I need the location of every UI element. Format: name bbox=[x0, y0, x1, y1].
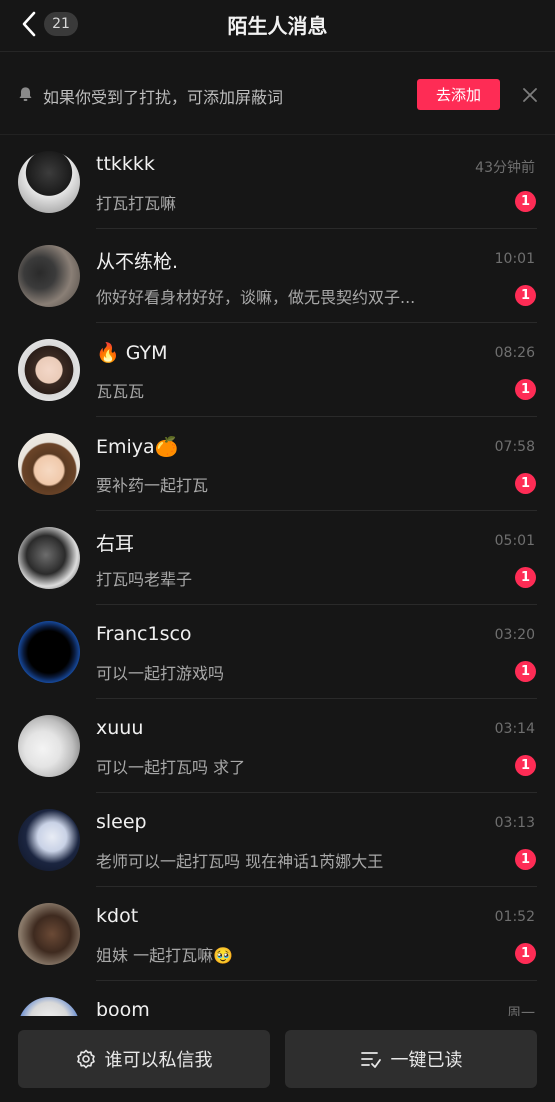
unread-badge: 1 bbox=[515, 755, 536, 776]
add-block-words-button[interactable]: 去添加 bbox=[417, 79, 500, 110]
avatar bbox=[18, 151, 80, 213]
message-row-ttkkkk[interactable]: ttkkkk 打瓦打瓦嘛 43分钟前 1 bbox=[0, 135, 555, 229]
avatar bbox=[18, 715, 80, 777]
unread-badge: 1 bbox=[515, 567, 536, 588]
message-time: 07:58 bbox=[494, 439, 535, 455]
avatar bbox=[18, 433, 80, 495]
message-row-xuuu[interactable]: xuuu 可以一起打瓦吗 求了 03:14 1 bbox=[0, 699, 555, 793]
avatar bbox=[18, 903, 80, 965]
unread-badge: 1 bbox=[515, 661, 536, 682]
unread-badge: 1 bbox=[515, 379, 536, 400]
who-can-message-me-label: 谁可以私信我 bbox=[104, 1050, 213, 1071]
message-row-kdot[interactable]: kdot 姐妹 一起打瓦嘛🥹 01:52 1 bbox=[0, 887, 555, 981]
unread-badge: 1 bbox=[515, 191, 536, 212]
message-preview: 可以一起打游戏吗 bbox=[96, 664, 225, 683]
message-time: 10:01 bbox=[494, 251, 535, 267]
message-row-sleep[interactable]: sleep 老师可以一起打瓦吗 现在神话1芮娜大王 03:13 1 bbox=[0, 793, 555, 887]
message-preview: 瓦瓦瓦 bbox=[96, 382, 145, 401]
contact-name: sleep bbox=[96, 811, 147, 833]
avatar bbox=[18, 527, 80, 589]
message-preview: 老师可以一起打瓦吗 现在神话1芮娜大王 bbox=[96, 852, 384, 871]
contact-name: 从不练枪. bbox=[96, 251, 179, 273]
mark-read-icon bbox=[360, 1049, 382, 1069]
message-time: 03:13 bbox=[494, 815, 535, 831]
avatar bbox=[18, 339, 80, 401]
contact-name: kdot bbox=[96, 905, 139, 927]
message-row-gym[interactable]: 🔥 GYM 瓦瓦瓦 08:26 1 bbox=[0, 323, 555, 417]
who-can-message-me-button[interactable]: 谁可以私信我 bbox=[18, 1030, 270, 1088]
contact-name: 🔥 GYM bbox=[96, 342, 168, 364]
bottom-action-bar: 谁可以私信我 一键已读 bbox=[0, 1016, 555, 1102]
contact-name: Franc1sco bbox=[96, 623, 192, 645]
message-list: ttkkkk 打瓦打瓦嘛 43分钟前 1 从不练枪. 你好好看身材好好，谈嘛，做… bbox=[0, 135, 555, 1075]
unread-badge: 1 bbox=[515, 473, 536, 494]
close-icon bbox=[523, 88, 537, 102]
contact-name: ttkkkk bbox=[96, 153, 155, 175]
message-preview: 打瓦打瓦嘛 bbox=[96, 194, 177, 213]
gear-icon bbox=[76, 1049, 96, 1069]
mark-all-read-label: 一键已读 bbox=[390, 1050, 463, 1071]
mark-all-read-button[interactable]: 一键已读 bbox=[285, 1030, 537, 1088]
block-words-banner: 如果你受到了打扰，可添加屏蔽词 去添加 bbox=[0, 62, 555, 128]
message-time: 43分钟前 bbox=[475, 160, 535, 176]
message-time: 05:01 bbox=[494, 533, 535, 549]
avatar bbox=[18, 245, 80, 307]
message-preview: 姐妹 一起打瓦嘛🥹 bbox=[96, 946, 234, 965]
message-time: 03:14 bbox=[494, 721, 535, 737]
message-preview: 可以一起打瓦吗 求了 bbox=[96, 758, 246, 777]
avatar bbox=[18, 621, 80, 683]
message-row-congbulianqiang[interactable]: 从不练枪. 你好好看身材好好，谈嘛，做无畏契约双子... 10:01 1 bbox=[0, 229, 555, 323]
avatar bbox=[18, 809, 80, 871]
close-banner-button[interactable] bbox=[518, 83, 542, 107]
message-preview: 打瓦吗老辈子 bbox=[96, 570, 193, 589]
header: 21 陌生人消息 bbox=[0, 0, 555, 52]
page-title: 陌生人消息 bbox=[227, 14, 328, 38]
message-time: 01:52 bbox=[494, 909, 535, 925]
banner-text: 如果你受到了打扰，可添加屏蔽词 bbox=[43, 88, 284, 107]
message-preview: 要补药一起打瓦 bbox=[96, 476, 209, 495]
contact-name: Emiya🍊 bbox=[96, 436, 179, 458]
contact-name: xuuu bbox=[96, 717, 144, 739]
unread-badge: 1 bbox=[515, 943, 536, 964]
message-row-youer[interactable]: 右耳 打瓦吗老辈子 05:01 1 bbox=[0, 511, 555, 605]
message-time: 03:20 bbox=[494, 627, 535, 643]
contact-name: 右耳 bbox=[96, 533, 135, 555]
unread-badge: 1 bbox=[515, 285, 536, 306]
stranger-messages-screen: 21 陌生人消息 如果你受到了打扰，可添加屏蔽词 去添加 ttkkkk 打瓦打瓦… bbox=[0, 0, 555, 1102]
message-time: 08:26 bbox=[494, 345, 535, 361]
unread-badge: 1 bbox=[515, 849, 536, 870]
message-preview: 你好好看身材好好，谈嘛，做无畏契约双子... bbox=[96, 288, 416, 307]
bell-icon bbox=[19, 87, 32, 101]
message-row-franc1sco[interactable]: Franc1sco 可以一起打游戏吗 03:20 1 bbox=[0, 605, 555, 699]
message-row-emiya[interactable]: Emiya🍊 要补药一起打瓦 07:58 1 bbox=[0, 417, 555, 511]
